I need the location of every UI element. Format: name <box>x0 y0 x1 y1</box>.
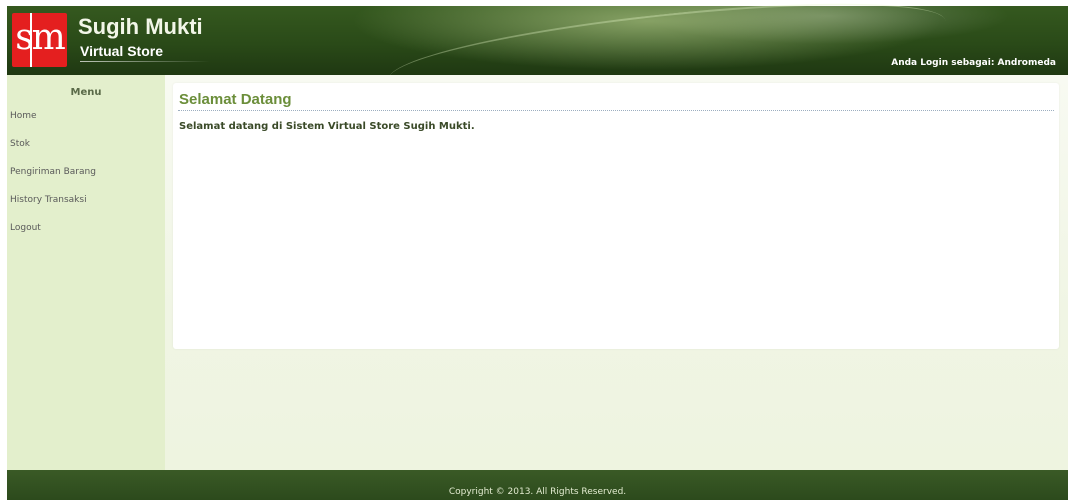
menu-title: Menu <box>70 87 102 98</box>
sidebar: Menu Home Stok Pengiriman Barang History… <box>7 75 165 470</box>
welcome-panel: Selamat Datang Selamat datang di Sistem … <box>173 83 1059 349</box>
login-info: Anda Login sebagai: Andromeda <box>891 58 1056 68</box>
brand-subtitle: Virtual Store <box>80 43 163 59</box>
copyright-text: Copyright © 2013. All Rights Reserved. <box>448 487 627 497</box>
logo-text: sm <box>15 17 66 58</box>
page-frame: sm Sugih Mukti Virtual Store Anda Login … <box>7 0 1068 500</box>
sidebar-item-stok[interactable]: Stok <box>10 139 30 149</box>
welcome-message: Selamat datang di Sistem Virtual Store S… <box>179 121 475 132</box>
sidebar-item-pengiriman-barang[interactable]: Pengiriman Barang <box>10 167 96 177</box>
footer: Copyright © 2013. All Rights Reserved. <box>7 470 1068 500</box>
title-divider <box>178 110 1054 111</box>
brand-title: Sugih Mukti <box>78 14 203 39</box>
main-content: Selamat Datang Selamat datang di Sistem … <box>165 75 1068 470</box>
page-title: Selamat Datang <box>179 91 292 108</box>
brand-underline <box>80 61 210 62</box>
sidebar-item-history-transaksi[interactable]: History Transaksi <box>10 195 87 205</box>
sidebar-item-logout[interactable]: Logout <box>10 223 41 233</box>
header: sm Sugih Mukti Virtual Store Anda Login … <box>7 0 1068 116</box>
logo[interactable]: sm <box>12 13 67 67</box>
sidebar-item-home[interactable]: Home <box>10 111 37 121</box>
